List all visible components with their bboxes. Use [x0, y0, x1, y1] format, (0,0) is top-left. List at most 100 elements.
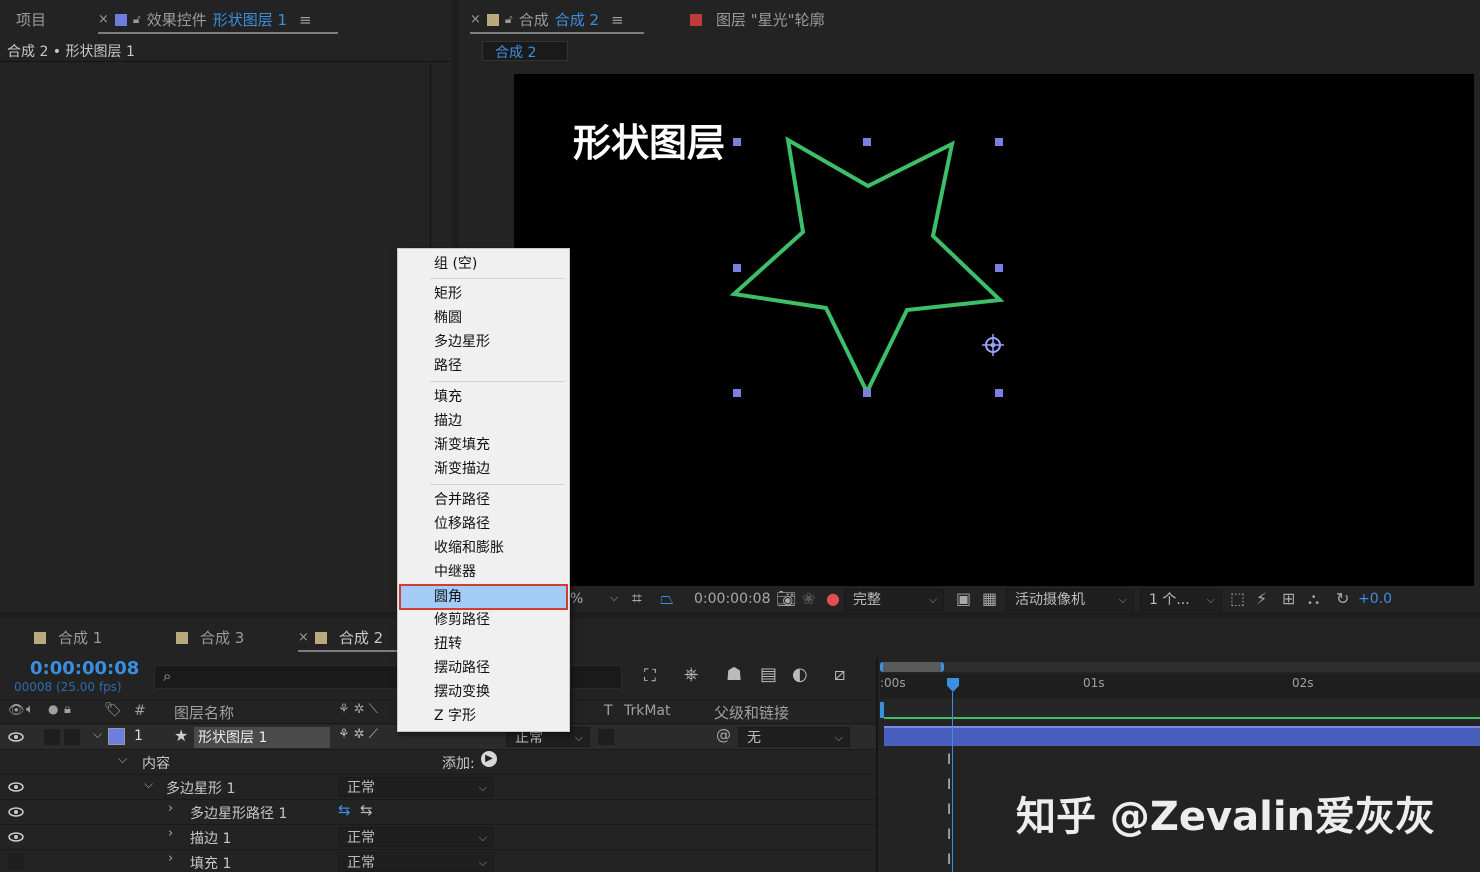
shy-layers-icon[interactable]: ☗ [726, 664, 742, 685]
panel-menu-icon[interactable]: ≡ [611, 11, 624, 29]
tab-comp-1[interactable]: 合成 1 [34, 627, 102, 648]
menu-item-gradient-stroke[interactable]: 渐变描边 [400, 457, 567, 481]
resolution-select[interactable]: 完整 ⌵ [844, 589, 944, 611]
layer-name[interactable]: 形状图层 1 [194, 727, 330, 748]
viewer-timecode[interactable]: 0:00:00:08 [694, 591, 771, 607]
show-snapshot-icon[interactable]: ❀ [802, 589, 815, 608]
add-menu-button-icon[interactable]: ▶ [481, 751, 497, 767]
title-safe-icon[interactable]: ⌗ [632, 589, 642, 609]
motion-blur-icon[interactable]: ◐ [792, 664, 808, 685]
eye-off-box[interactable] [8, 854, 24, 870]
camera-select[interactable]: 活动摄像机 ⌵ [1006, 589, 1134, 611]
close-icon[interactable]: × [470, 12, 481, 27]
expand-chevron-icon[interactable]: › [168, 826, 173, 841]
eye-icon[interactable] [8, 782, 24, 792]
expand-chevron-icon[interactable]: ⌵ [144, 777, 153, 792]
parent-select[interactable]: 无 ⌵ [738, 727, 850, 747]
region-of-interest-icon[interactable]: ▣ [956, 589, 971, 608]
polystar-group-row[interactable]: ⌵ 多边星形 1 正常 ⌵ [0, 775, 876, 800]
track-area-divider[interactable] [876, 658, 878, 872]
zoom-chevron-icon[interactable]: ⌵ [610, 591, 618, 605]
menu-item-stroke[interactable]: 描边 [400, 409, 567, 433]
menu-item-pucker-bloat[interactable]: 收缩和膨胀 [400, 536, 567, 560]
mask-visibility-icon[interactable]: ⏢ [660, 589, 674, 609]
keyframe-marker-icon[interactable]: I [947, 852, 951, 868]
draft-3d-icon[interactable]: ⎈ [684, 664, 698, 685]
snapshot-icon[interactable]: 📷︎ [776, 589, 796, 608]
flowchart-icon[interactable]: ⛬ [1308, 589, 1319, 609]
menu-item-fill[interactable]: 填充 [400, 385, 567, 409]
stroke-row[interactable]: › 描边 1 正常 ⌵ [0, 825, 876, 850]
layer-label-swatch[interactable] [108, 728, 125, 745]
menu-item-gradient-fill[interactable]: 渐变填充 [400, 433, 567, 457]
trkmat-box[interactable] [598, 729, 614, 745]
composition-flowchart-icon[interactable]: ⛶ [644, 666, 656, 686]
fast-preview-icon[interactable]: ⚡︎ [1256, 589, 1267, 608]
menu-item-wiggle-transform[interactable]: 摆动变换 [400, 680, 567, 704]
menu-item-rectangle[interactable]: 矩形 [400, 282, 567, 306]
eye-icon[interactable] [8, 832, 24, 842]
menu-item-zig-zag[interactable]: Z 字形 [400, 704, 567, 728]
menu-item-twist[interactable]: 扭转 [400, 632, 567, 656]
video-toggle-icon[interactable]: 👁︎ [8, 703, 25, 718]
color-channel-icon[interactable]: ● [826, 589, 840, 608]
label-column-icon[interactable]: 🏷︎ [104, 702, 122, 718]
menu-item-ellipse[interactable]: 椭圆 [400, 306, 567, 330]
solo-toggle-icon[interactable]: ● [48, 702, 58, 716]
solo-box[interactable] [44, 729, 60, 745]
lock-icon[interactable]: 🔓︎ [133, 12, 141, 27]
tab-effects-controls[interactable]: × 🔓︎ 效果控件 形状图层 1 ≡ [98, 9, 312, 30]
menu-item-group-empty[interactable]: 组 (空) [400, 252, 567, 276]
menu-item-repeater[interactable]: 中继器 [400, 560, 567, 584]
keyframe-marker-icon[interactable]: I [947, 827, 951, 843]
transparency-grid-icon[interactable]: ▦ [982, 589, 997, 608]
path-direction-icon[interactable]: ⇆ [338, 801, 351, 819]
fill-mode-select[interactable]: 正常 ⌵ [338, 852, 494, 872]
composition-canvas[interactable]: 形状图层 [514, 74, 1474, 586]
work-area-start[interactable] [880, 702, 884, 718]
column-header-layer-name[interactable]: 图层名称 [174, 702, 234, 723]
timeline-icon[interactable]: ⊞ [1282, 589, 1295, 608]
menu-item-offset-paths[interactable]: 位移路径 [400, 512, 567, 536]
expand-chevron-icon[interactable]: ⌵ [118, 752, 127, 767]
pick-whip-icon[interactable]: @ [716, 726, 731, 744]
layer-search-input[interactable]: ⌕ [154, 665, 398, 689]
keyframe-marker-icon[interactable]: I [947, 777, 951, 793]
keyframe-marker-icon[interactable]: I [947, 752, 951, 768]
close-icon[interactable]: × [298, 630, 309, 645]
eye-icon[interactable] [8, 732, 24, 742]
frame-blending-icon[interactable]: ▤ [760, 664, 777, 685]
menu-item-merge-paths[interactable]: 合并路径 [400, 488, 567, 512]
menu-item-polystar[interactable]: 多边星形 [400, 330, 567, 354]
stroke-mode-select[interactable]: 正常 ⌵ [338, 827, 494, 847]
star-shape[interactable] [514, 74, 1474, 586]
audio-toggle-icon[interactable]: 🔈︎ [26, 702, 34, 717]
polystar-path-row[interactable]: › 多边星形路径 1 ⇆ ⇆ [0, 800, 876, 825]
keyframe-marker-icon[interactable]: I [947, 802, 951, 818]
fill-row[interactable]: › 填充 1 正常 ⌵ [0, 850, 876, 872]
time-ruler[interactable]: :00s 01s 02s [880, 674, 1480, 698]
graph-editor-icon[interactable]: ⧄ [834, 664, 845, 685]
expand-chevron-icon[interactable]: ⌵ [93, 727, 102, 742]
menu-item-trim-paths[interactable]: 修剪路径 [400, 608, 567, 632]
menu-item-wiggle-paths[interactable]: 摆动路径 [400, 656, 567, 680]
expand-chevron-icon[interactable]: › [168, 801, 173, 816]
tab-project[interactable]: 项目 [16, 9, 46, 30]
toggle-pixel-aspect-icon[interactable]: ⬚ [1230, 589, 1245, 608]
lock-column-icon[interactable]: 🔒︎ [64, 702, 71, 717]
layer-switches-icon[interactable]: ⚘ ✲ ⟋ [338, 727, 378, 742]
search-field-tail[interactable] [570, 665, 622, 689]
close-icon[interactable]: × [98, 12, 109, 27]
zoom-value[interactable]: % [570, 591, 583, 607]
menu-item-path[interactable]: 路径 [400, 354, 567, 378]
tab-comp-3[interactable]: 合成 3 [176, 627, 244, 648]
lock-box[interactable] [64, 729, 80, 745]
tab-composition[interactable]: × 🔓︎ 合成 合成 2 ≡ [470, 9, 624, 30]
contents-row[interactable]: ⌵ 内容 添加: ▶ [0, 750, 876, 775]
navigator-range[interactable] [880, 662, 944, 672]
expand-chevron-icon[interactable]: › [168, 851, 173, 866]
group-mode-select[interactable]: 正常 ⌵ [338, 777, 494, 797]
panel-menu-icon[interactable]: ≡ [299, 11, 312, 29]
layer-duration-bar[interactable] [884, 726, 1480, 746]
menu-item-round-corners[interactable]: 圆角 [399, 584, 568, 610]
